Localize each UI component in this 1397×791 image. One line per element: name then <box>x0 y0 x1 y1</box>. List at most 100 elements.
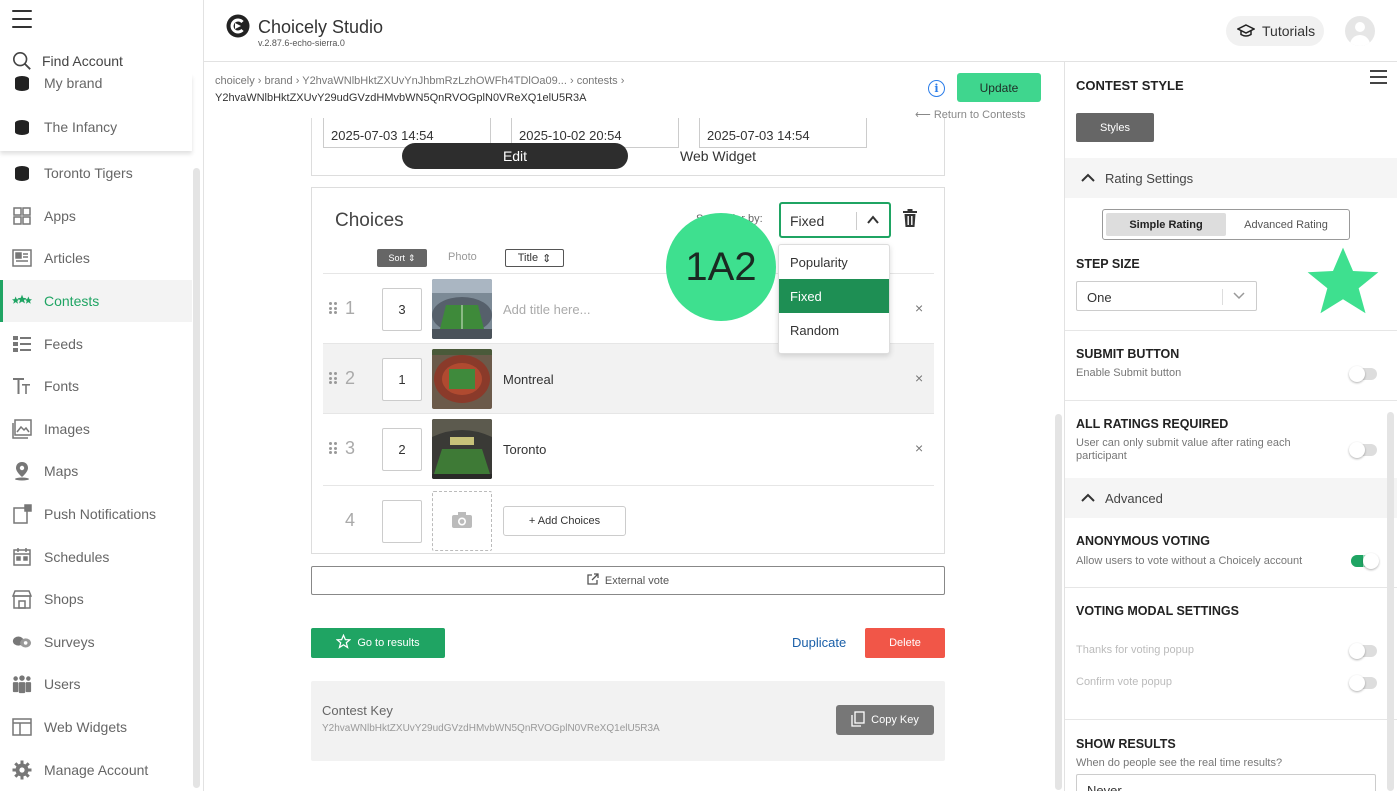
sidebar-item-label: Maps <box>44 463 79 480</box>
show-results-label: SHOW RESULTS <box>1076 737 1176 751</box>
sort-column-button[interactable]: Sort ⇕ <box>377 249 427 267</box>
styles-button[interactable]: Styles <box>1076 113 1154 142</box>
add-choices-button[interactable]: + Add Choices <box>503 506 626 536</box>
surveys-icon <box>12 632 32 652</box>
drag-handle-icon[interactable] <box>329 372 337 384</box>
close-icon[interactable]: × <box>915 370 923 386</box>
submit-button-toggle[interactable] <box>1349 366 1377 382</box>
copy-icon <box>851 710 865 730</box>
all-ratings-required-toggle[interactable] <box>1349 442 1377 458</box>
sort-value-input[interactable]: 1 <box>382 358 422 401</box>
tutorials-button[interactable]: Tutorials <box>1226 16 1324 46</box>
sort-value-input[interactable]: 3 <box>382 288 422 331</box>
voting-modal-settings-label: VOTING MODAL SETTINGS <box>1076 604 1239 618</box>
confirm-popup-toggle[interactable] <box>1349 675 1377 691</box>
find-account-button[interactable]: Find Account <box>0 48 192 74</box>
advanced-rating-option[interactable]: Advanced Rating <box>1226 213 1346 236</box>
sidebar-item-fonts[interactable]: Fonts <box>0 365 192 408</box>
drag-handle-icon[interactable] <box>329 302 337 314</box>
step-size-select[interactable]: One <box>1076 281 1257 311</box>
sidebar-item-shops[interactable]: Shops <box>0 578 192 621</box>
sidebar-item-label: Push Notifications <box>44 506 157 523</box>
delete-button[interactable]: Delete <box>865 628 945 658</box>
rating-settings-header[interactable]: Rating Settings <box>1065 158 1397 198</box>
sidebar-item-manage-account[interactable]: Manage Account <box>0 748 192 791</box>
trash-icon[interactable] <box>902 209 918 230</box>
sidebar-item-web-widgets[interactable]: Web Widgets <box>0 706 192 749</box>
sidebar-item-toronto-tigers[interactable]: Toronto Tigers <box>0 152 192 195</box>
thanks-popup-label: Thanks for voting popup <box>1076 644 1195 656</box>
choice-title-input[interactable]: Toronto <box>503 442 546 457</box>
sort-value-input[interactable] <box>382 500 422 543</box>
avatar[interactable] <box>1345 16 1375 46</box>
sidebar-item-apps[interactable]: Apps <box>0 195 192 238</box>
sidebar-item-feeds[interactable]: Feeds <box>0 322 192 365</box>
users-icon <box>12 674 32 694</box>
shops-icon <box>12 589 32 609</box>
all-ratings-required-label: ALL RATINGS REQUIRED <box>1076 417 1229 431</box>
info-icon[interactable]: i <box>928 80 945 97</box>
tab-edit[interactable]: Edit <box>402 143 628 169</box>
star-outline-icon <box>335 633 352 652</box>
toggle-fill <box>1351 555 1363 567</box>
brand-label: The Infancy <box>44 119 118 135</box>
brand-item-the-infancy[interactable]: The Infancy <box>0 112 192 142</box>
close-icon[interactable]: × <box>915 440 923 456</box>
sidebar-item-contests[interactable]: Contests <box>0 279 192 323</box>
anonymous-voting-sub: Allow users to vote without a Choicely a… <box>1076 555 1303 567</box>
sidebar-item-maps[interactable]: Maps <box>0 450 192 493</box>
main-content: choicely › brand › Y2hvaWNlbHktZXUvYnJhb… <box>204 62 1064 791</box>
breadcrumb[interactable]: choicely › brand › Y2hvaWNlbHktZXUvYnJhb… <box>215 75 624 87</box>
drag-handle-icon[interactable] <box>329 442 337 454</box>
stadium-photo[interactable] <box>432 419 492 479</box>
thanks-popup-toggle[interactable] <box>1349 643 1377 659</box>
main-scrollbar[interactable] <box>1055 414 1062 790</box>
rating-mode-toggle: Simple Rating Advanced Rating <box>1102 209 1350 240</box>
sort-order-select[interactable]: Fixed <box>779 202 891 238</box>
sidebar-scrollbar[interactable] <box>193 168 200 788</box>
schedules-icon <box>12 547 32 567</box>
copy-key-label: Copy Key <box>871 714 919 726</box>
sidebar-item-push-notifications[interactable]: Push Notifications <box>0 493 192 536</box>
stadium-photo[interactable] <box>432 349 492 409</box>
show-results-select[interactable]: Never <box>1076 774 1376 791</box>
sort-option-popularity[interactable]: Popularity <box>779 245 889 279</box>
update-button[interactable]: Update <box>957 73 1041 102</box>
anonymous-voting-toggle[interactable] <box>1351 553 1379 569</box>
sort-column-label: Sort <box>388 253 405 263</box>
external-vote-button[interactable]: External vote <box>311 566 945 595</box>
close-icon[interactable]: × <box>915 300 923 316</box>
sidebar-item-schedules[interactable]: Schedules <box>0 535 192 578</box>
top-bar: Choicely Studio v.2.87.6-echo-sierra.0 T… <box>204 0 1397 62</box>
sort-option-random[interactable]: Random <box>779 313 889 347</box>
choice-title-input[interactable]: Montreal <box>503 372 554 387</box>
sidebar-item-users[interactable]: Users <box>0 663 192 706</box>
simple-rating-option[interactable]: Simple Rating <box>1106 213 1226 236</box>
sidebar-item-images[interactable]: Images <box>0 408 192 451</box>
breadcrumb-current-id: Y2hvaWNlbHktZXUvY29udGVzdHMvbWN5QnRVOGpl… <box>215 92 587 104</box>
go-to-results-button[interactable]: Go to results <box>311 628 445 658</box>
sort-value-input[interactable]: 2 <box>382 428 422 471</box>
publish-date-field[interactable]: 2025-07-03 14:54 <box>699 118 867 148</box>
choice-title-input[interactable]: Add title here... <box>503 302 590 317</box>
copy-key-button[interactable]: Copy Key <box>836 705 934 735</box>
tab-web-widget[interactable]: Web Widget <box>680 148 756 164</box>
external-vote-label: External vote <box>604 574 670 587</box>
app-title: Choicely Studio <box>258 17 384 37</box>
sort-option-fixed[interactable]: Fixed <box>779 279 889 313</box>
add-photo-placeholder[interactable] <box>432 491 492 551</box>
panel-scrollbar[interactable] <box>1387 412 1394 791</box>
menu-icon[interactable] <box>1370 70 1387 84</box>
sidebar-item-articles[interactable]: Articles <box>0 237 192 280</box>
stadium-photo[interactable] <box>432 279 492 339</box>
duplicate-button[interactable]: Duplicate <box>792 635 846 650</box>
sidebar-item-label: Users <box>44 676 81 693</box>
title-column-button[interactable]: Title ⇕ <box>505 249 564 267</box>
chevron-up-icon <box>1081 491 1095 506</box>
advanced-header[interactable]: Advanced <box>1065 478 1397 518</box>
menu-icon[interactable] <box>12 10 32 28</box>
external-link-icon <box>587 573 599 588</box>
articles-icon <box>12 248 32 268</box>
sidebar-item-label: Articles <box>44 250 90 267</box>
sidebar-item-surveys[interactable]: Surveys <box>0 621 192 664</box>
